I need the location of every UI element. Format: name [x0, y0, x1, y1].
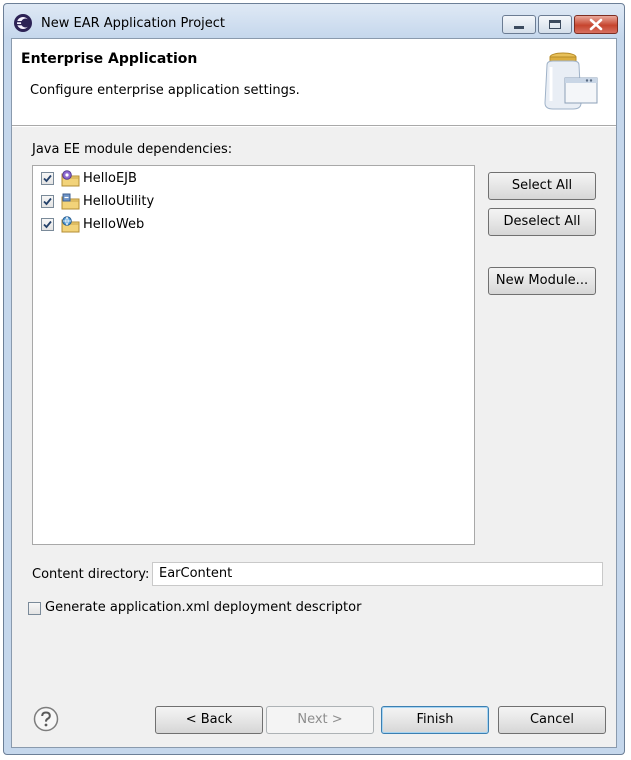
- minimize-icon: [514, 26, 524, 29]
- close-button[interactable]: [574, 15, 618, 34]
- generate-descriptor-checkbox[interactable]: [28, 602, 41, 615]
- title-bar[interactable]: New EAR Application Project: [4, 4, 624, 40]
- page-description: Configure enterprise application setting…: [30, 83, 300, 98]
- dialog-window: New EAR Application Project Enterprise A…: [3, 3, 625, 755]
- cancel-button[interactable]: Cancel: [498, 706, 606, 734]
- module-dependencies-label: Java EE module dependencies:: [32, 142, 233, 157]
- minimize-button[interactable]: [502, 15, 536, 34]
- close-icon: [589, 18, 603, 31]
- wizard-header: Enterprise Application Configure enterpr…: [12, 39, 616, 126]
- maximize-icon: [549, 20, 561, 29]
- back-button[interactable]: < Back: [155, 706, 263, 734]
- module-checkbox[interactable]: [41, 218, 54, 231]
- deselect-all-button[interactable]: Deselect All: [488, 208, 596, 236]
- module-label: HelloEJB: [83, 171, 137, 186]
- checkmark-icon: [43, 174, 52, 183]
- next-button[interactable]: Next >: [266, 706, 374, 734]
- checkmark-icon: [43, 220, 52, 229]
- module-label: HelloUtility: [83, 194, 155, 209]
- select-all-button[interactable]: Select All: [488, 172, 596, 200]
- header-separator: [12, 126, 616, 127]
- module-checkbox[interactable]: [41, 195, 54, 208]
- module-label: HelloWeb: [83, 217, 145, 232]
- utility-project-icon: [61, 193, 81, 215]
- finish-button[interactable]: Finish: [381, 706, 489, 734]
- window-title: New EAR Application Project: [41, 16, 226, 31]
- module-list[interactable]: HelloEJB HelloUtility HelloWeb: [32, 165, 475, 545]
- page-title: Enterprise Application: [21, 51, 198, 67]
- dialog-client-area: Enterprise Application Configure enterpr…: [11, 38, 617, 748]
- jar-icon: [541, 51, 609, 117]
- web-project-icon: [61, 216, 81, 238]
- help-icon[interactable]: [33, 706, 59, 736]
- content-directory-label: Content directory:: [32, 567, 150, 582]
- content-directory-input[interactable]: EarContent: [152, 562, 603, 586]
- module-checkbox[interactable]: [41, 172, 54, 185]
- eclipse-icon: [13, 13, 33, 33]
- checkmark-icon: [43, 197, 52, 206]
- new-module-button[interactable]: New Module...: [488, 267, 596, 295]
- maximize-button[interactable]: [538, 15, 572, 34]
- ejb-project-icon: [61, 170, 81, 192]
- generate-descriptor-label: Generate application.xml deployment desc…: [45, 600, 362, 615]
